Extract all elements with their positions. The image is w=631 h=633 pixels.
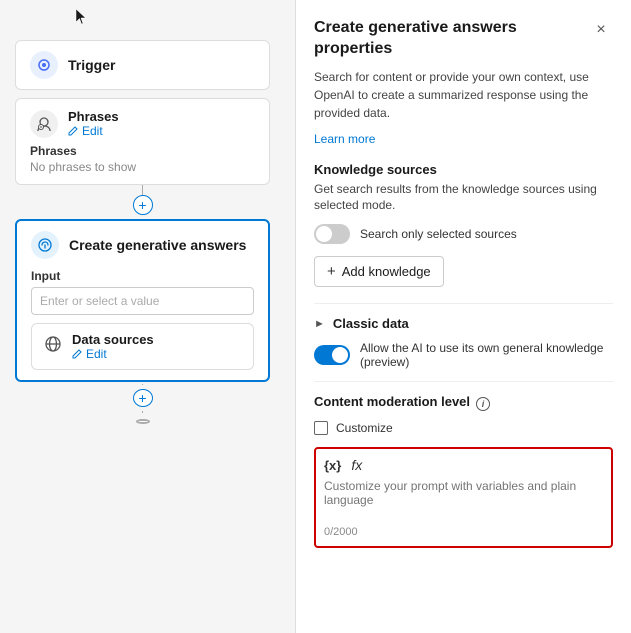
phrases-icon xyxy=(30,110,58,138)
chevron-right-icon: ► xyxy=(314,318,325,330)
left-panel: Trigger Phrases Edit Phrases xyxy=(0,0,295,633)
data-sources-edit-link[interactable]: Edit xyxy=(72,347,154,361)
learn-more-link[interactable]: Learn more xyxy=(314,132,613,146)
ai-knowledge-toggle[interactable] xyxy=(314,345,350,365)
ai-toggle-label: Allow the AI to use its own general know… xyxy=(360,341,613,369)
trigger-block: Trigger xyxy=(15,40,270,90)
phrases-title: Phrases xyxy=(68,109,119,124)
knowledge-sources-title: Knowledge sources xyxy=(314,162,613,177)
divider-2 xyxy=(314,381,613,382)
prompt-counter: 0/2000 xyxy=(324,526,603,538)
knowledge-sources-desc: Get search results from the knowledge so… xyxy=(314,181,613,215)
input-section: Input Enter or select a value xyxy=(31,269,254,315)
content-mod-title: Content moderation level xyxy=(314,394,470,409)
data-sources-title: Data sources xyxy=(72,332,154,347)
add-step-button-top[interactable]: + xyxy=(133,195,153,215)
divider-1 xyxy=(314,303,613,304)
search-only-label: Search only selected sources xyxy=(360,227,517,241)
gen-answers-block[interactable]: Create generative answers Input Enter or… xyxy=(15,219,270,382)
input-field[interactable]: Enter or select a value xyxy=(31,287,254,315)
phrases-edit-link[interactable]: Edit xyxy=(68,124,119,138)
phrases-content: Phrases No phrases to show xyxy=(30,144,255,174)
search-toggle-thumb xyxy=(316,226,332,242)
info-icon[interactable]: i xyxy=(476,397,490,411)
customize-label: Customize xyxy=(336,421,393,435)
search-toggle-row: Search only selected sources xyxy=(314,224,613,244)
bottom-connector: + xyxy=(15,384,270,424)
classic-data-title: Classic data xyxy=(333,316,409,331)
data-sources-edit-label: Edit xyxy=(86,347,107,361)
prompt-toolbar: {x} fx xyxy=(324,457,603,473)
classic-data-accordion[interactable]: ► Classic data xyxy=(314,316,613,331)
trigger-label: Trigger xyxy=(68,57,115,73)
variable-icon[interactable]: {x} xyxy=(324,458,341,473)
ai-toggle-thumb xyxy=(332,347,348,363)
right-panel: Create generative answers properties × S… xyxy=(295,0,631,633)
connector-top: + xyxy=(15,185,270,215)
phrases-section-label: Phrases xyxy=(30,144,255,158)
add-knowledge-button[interactable]: + Add knowledge xyxy=(314,256,444,287)
customize-checkbox[interactable] xyxy=(314,421,328,435)
gen-answers-title: Create generative answers xyxy=(69,237,246,253)
close-button[interactable]: × xyxy=(589,18,613,42)
phrases-header: Phrases Edit xyxy=(30,109,255,138)
fx-icon[interactable]: fx xyxy=(351,457,362,473)
panel-header: Create generative answers properties × xyxy=(314,18,613,60)
add-knowledge-label: Add knowledge xyxy=(342,264,431,279)
add-knowledge-plus-icon: + xyxy=(327,263,336,280)
ai-toggle-row: Allow the AI to use its own general know… xyxy=(314,341,613,369)
phrases-info: Phrases Edit xyxy=(68,109,119,138)
data-sources-icon xyxy=(44,335,62,358)
prompt-textarea[interactable] xyxy=(324,479,603,519)
customize-checkbox-row: Customize xyxy=(314,421,613,435)
gen-answers-header: Create generative answers xyxy=(31,231,254,259)
search-only-toggle[interactable] xyxy=(314,224,350,244)
phrases-edit-label: Edit xyxy=(82,124,103,138)
panel-title: Create generative answers properties xyxy=(314,18,589,60)
data-sources-info: Data sources Edit xyxy=(72,332,154,361)
panel-description: Search for content or provide your own c… xyxy=(314,68,613,122)
end-circle xyxy=(136,419,150,424)
content-mod-section: Content moderation level i xyxy=(314,394,613,413)
data-sources-block: Data sources Edit xyxy=(31,323,254,370)
input-label: Input xyxy=(31,269,254,283)
phrases-block: Phrases Edit Phrases No phrases to show xyxy=(15,98,270,185)
trigger-icon xyxy=(30,51,58,79)
prompt-box[interactable]: {x} fx 0/2000 xyxy=(314,447,613,548)
add-step-button-bottom[interactable]: + xyxy=(133,389,153,407)
gen-answers-icon xyxy=(31,231,59,259)
cursor-icon xyxy=(75,8,87,26)
bottom-line xyxy=(142,384,143,385)
bottom-line-2 xyxy=(142,411,143,412)
phrases-no-show: No phrases to show xyxy=(30,160,255,174)
